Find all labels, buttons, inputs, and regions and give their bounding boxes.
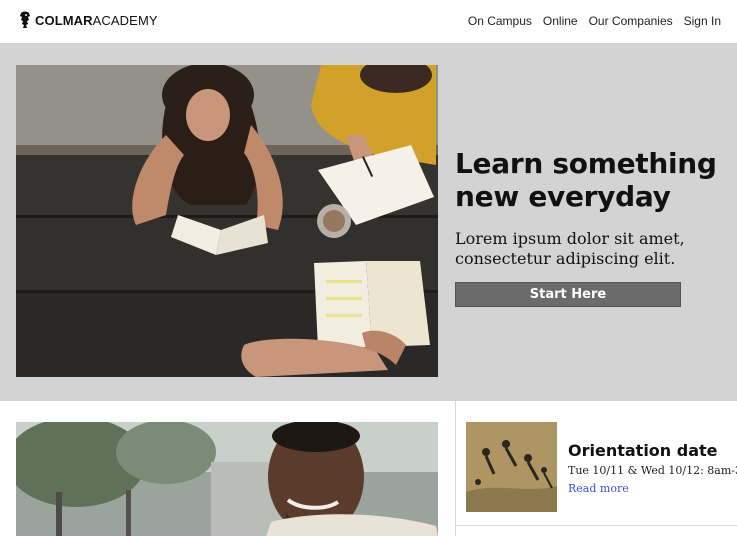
student-photo-drawing	[16, 422, 438, 536]
logo-wordmark: COLMARACADEMY	[35, 13, 158, 28]
content-section: Orientation date Tue 10/11 & Wed 10/12: …	[0, 401, 737, 536]
nav-on-campus[interactable]: On Campus	[468, 14, 532, 28]
nav-our-companies[interactable]: Our Companies	[589, 14, 673, 28]
aerial-campus-photo	[466, 422, 557, 512]
hero-section: Learn something new everyday Lorem ipsum…	[0, 43, 737, 401]
event-divider	[456, 525, 737, 526]
event-date: Tue 10/11 & Wed 10/12: 8am-3pm	[568, 464, 737, 477]
hero-title: Learn something new everyday	[455, 147, 717, 213]
lion-crest-icon	[20, 11, 30, 28]
read-more-link[interactable]: Read more	[568, 482, 629, 495]
nav-online[interactable]: Online	[543, 14, 578, 28]
hero-photo-drawing	[16, 65, 438, 377]
main-nav: On Campus Online Our Companies Sign In	[468, 14, 721, 28]
start-here-button[interactable]: Start Here	[455, 282, 681, 307]
site-logo[interactable]: COLMARACADEMY	[18, 11, 158, 29]
hero-subtitle: Lorem ipsum dolor sit amet, consectetur …	[455, 229, 685, 268]
site-header: COLMARACADEMY On Campus Online Our Compa…	[0, 0, 737, 43]
nav-sign-in[interactable]: Sign In	[684, 14, 721, 28]
event-title: Orientation date	[568, 441, 718, 460]
aerial-photo-drawing	[466, 422, 557, 512]
smiling-student-photo	[16, 422, 438, 536]
logo-light-text: ACADEMY	[92, 12, 158, 28]
section-divider-vertical	[455, 401, 456, 536]
logo-strong-text: COLMAR	[35, 12, 93, 28]
students-studying-photo	[16, 65, 438, 377]
